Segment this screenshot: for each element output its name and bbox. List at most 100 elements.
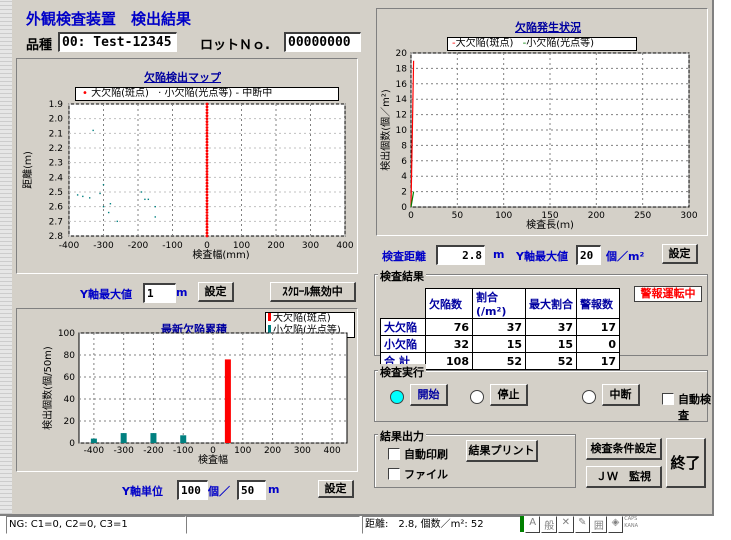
map-small-point	[102, 183, 105, 186]
map-large-point	[205, 199, 209, 203]
stop-button[interactable]: 停止	[490, 384, 528, 406]
scroll-disable-button[interactable]: ｽｸﾛｰﾙ無効中	[270, 282, 356, 302]
jw-monitor-button[interactable]: ＪＷ 監視	[586, 466, 662, 488]
occurrence-panel: 欠陥発生状況 -大欠陥(斑点) -小欠陥(光点等) 0 2 4 6 8 10 12 14 16 1…	[376, 8, 708, 236]
dist-label: 検査距離	[382, 250, 426, 263]
map-small-point	[154, 216, 156, 218]
map-large-point	[205, 131, 209, 135]
ime-conversion-icon[interactable]: 般	[541, 516, 557, 533]
condition-settings-button[interactable]: 検査条件設定	[586, 438, 662, 460]
bar-unit-field[interactable]: 100	[177, 480, 208, 500]
line-ylabel: 検出個数(個／m²)	[379, 89, 392, 171]
map-ymax-field[interactable]: 1	[143, 283, 176, 303]
map-xtick: -100	[162, 241, 183, 251]
map-large-point	[205, 123, 209, 126]
bar-small	[120, 433, 127, 443]
map-large-point	[205, 140, 209, 144]
map-large-point	[205, 208, 209, 212]
bar-xtick: 100	[234, 446, 251, 456]
dist-field[interactable]: 2.8	[436, 245, 485, 265]
ime-pad-icon[interactable]: ✕	[558, 516, 574, 533]
line-xtick: 100	[495, 211, 512, 221]
map-ytick: 2.4	[49, 173, 64, 183]
map-ytick: 1.9	[49, 100, 64, 110]
line-ymax-unit: 個／m²	[606, 250, 645, 263]
pause-button[interactable]: 中断	[602, 384, 640, 406]
line-ytick: 4	[401, 172, 407, 182]
status-empty	[186, 516, 360, 534]
line-xtick: 300	[680, 211, 697, 221]
cell: 37	[472, 318, 526, 336]
line-ymax-label: Y軸最大値	[516, 250, 568, 263]
map-large-point	[205, 146, 209, 150]
bar-xtick: -100	[173, 446, 194, 456]
hinshu-field[interactable]: 00: Test-12345	[58, 32, 177, 52]
auto-print-checkbox[interactable]	[388, 448, 400, 460]
ime-tool-icon[interactable]: ✎	[574, 516, 591, 533]
start-button[interactable]: 開始	[410, 384, 448, 406]
cell: 52	[472, 352, 526, 370]
lot-field[interactable]: 00000000	[284, 32, 361, 52]
alarm-indicator: 警報運転中	[634, 286, 702, 302]
map-xtick: 200	[267, 241, 284, 251]
bar-ytick: 0	[69, 439, 75, 449]
map-large-point	[205, 108, 209, 112]
cell: 37	[525, 318, 577, 336]
bar-unit-text: 個／	[208, 485, 230, 498]
lot-label: ロットＮｏ.	[200, 38, 270, 53]
map-small-point	[92, 129, 94, 132]
map-ytick: 2.5	[49, 188, 63, 198]
ime-dict-icon[interactable]: 囲	[591, 516, 607, 533]
row-label: 小欠陥	[380, 335, 426, 353]
line-ytick: 18	[396, 64, 408, 74]
line-ytick: 6	[401, 157, 407, 167]
bar-per-unit: m	[268, 483, 280, 496]
ime-help-icon[interactable]: ◈	[607, 516, 624, 533]
line-xtick: 50	[452, 211, 464, 221]
ime-mode-icon[interactable]: A	[524, 516, 541, 533]
map-large-point	[205, 202, 209, 206]
map-large-point	[205, 120, 209, 123]
bar-small	[180, 435, 187, 443]
map-large-point	[205, 231, 209, 235]
cell: 52	[525, 352, 577, 370]
map-large-point	[205, 178, 209, 182]
end-button[interactable]: 終了	[666, 438, 706, 488]
bar-xtick: 200	[264, 446, 281, 456]
results-header: 警報数	[576, 288, 620, 319]
status-ng: NG: C1=0, C2=0, C3=1	[6, 516, 186, 534]
line-xtick: 0	[408, 211, 414, 221]
line-xtick: 250	[634, 211, 651, 221]
cell: 108	[425, 352, 473, 370]
cell: 17	[576, 318, 620, 336]
map-large-point	[205, 149, 209, 153]
bar-set-button[interactable]: 設定	[318, 480, 354, 498]
cell: 15	[472, 335, 526, 353]
line-ymax-field[interactable]: 20	[576, 245, 601, 265]
map-set-button[interactable]: 設定	[198, 282, 234, 302]
results-header-row: 欠陥数 割合(/m²) 最大割合 警報数	[380, 288, 620, 319]
bar-per-field[interactable]: 50	[237, 480, 266, 500]
map-ytick: 2.3	[49, 159, 63, 169]
line-xlabel: 検査長(ｍ)	[526, 218, 574, 231]
results-row: 小欠陥 32 15 15 0	[380, 335, 620, 353]
defect-map-panel: 欠陥検出マップ • 大欠陥(斑点) · 小欠陥(光点等) - 中断中 -400-…	[16, 58, 358, 274]
map-large-point	[205, 158, 209, 162]
dist-unit: m	[493, 248, 505, 261]
line-xtick: 200	[588, 211, 605, 221]
pause-radio[interactable]	[582, 390, 596, 404]
map-large-point	[205, 190, 209, 194]
print-result-button[interactable]: 結果プリント	[466, 440, 538, 462]
map-ytick: 2.7	[49, 217, 63, 227]
bar-unit-label: Y軸単位	[122, 485, 163, 498]
bar-xtick: -200	[143, 446, 164, 456]
map-small-point	[109, 203, 112, 205]
line-set-button[interactable]: 設定	[662, 244, 698, 264]
cell: 17	[576, 352, 620, 370]
stop-radio[interactable]	[470, 390, 484, 404]
line-ytick: 10	[396, 126, 408, 136]
auto-inspect-checkbox[interactable]	[662, 393, 674, 405]
file-checkbox[interactable]	[388, 468, 400, 480]
start-radio[interactable]	[390, 390, 404, 404]
status-distance: 距離: 2.8, 個数／m²: 52	[362, 516, 522, 534]
